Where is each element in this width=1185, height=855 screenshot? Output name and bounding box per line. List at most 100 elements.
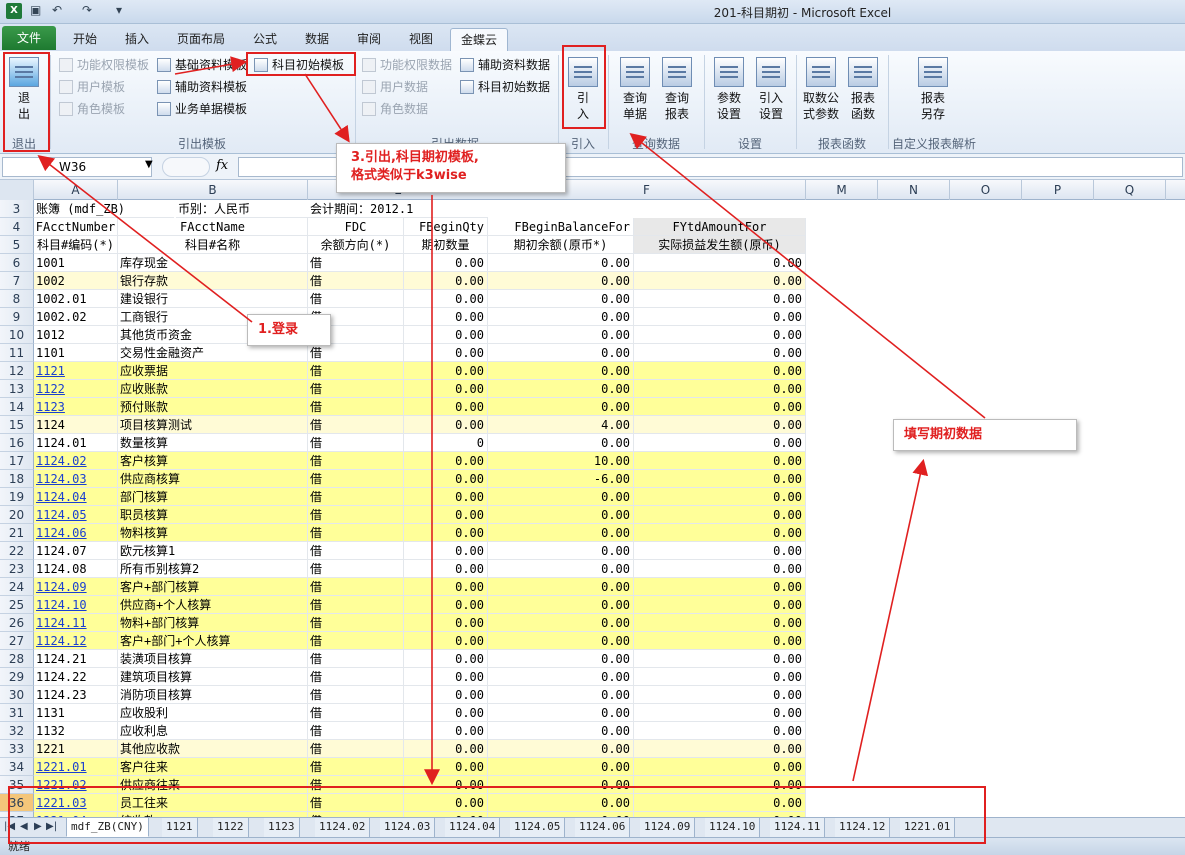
tab-data[interactable]: 数据 [294,28,340,51]
column-title-cell[interactable]: 实际损益发生额(原币) [634,236,806,254]
account-name-cell[interactable]: 库存现金 [118,254,308,272]
direction-cell[interactable]: 借 [308,380,404,398]
ytd-amount-cell[interactable]: 0.00 [634,560,806,578]
tab-page-layout[interactable]: 页面布局 [166,28,236,51]
row-header[interactable]: 31 [0,704,34,722]
column-title-cell[interactable]: 科目#编码(*) [34,236,118,254]
account-code-cell[interactable]: 1122 [34,380,118,398]
account-name-cell[interactable]: 客户往来 [118,758,308,776]
direction-cell[interactable]: 借 [308,740,404,758]
row-header[interactable]: 14 [0,398,34,416]
column-header-p[interactable]: P [1022,180,1094,200]
begin-qty-cell[interactable]: 0.00 [404,542,488,560]
account-name-cell[interactable]: 其他应收款 [118,740,308,758]
begin-balance-cell[interactable]: 0.00 [488,668,634,686]
direction-cell[interactable]: 借 [308,542,404,560]
direction-cell[interactable]: 借 [308,398,404,416]
account-code-cell[interactable]: 1121 [34,362,118,380]
account-code-cell[interactable]: 1132 [34,722,118,740]
ledger-label[interactable]: 账簿 (mdf_ZB) [34,200,174,218]
ytd-amount-cell[interactable]: 0.00 [634,686,806,704]
account-code-cell[interactable]: 1124.03 [34,470,118,488]
direction-cell[interactable]: 借 [308,632,404,650]
account-name-cell[interactable]: 建筑项目核算 [118,668,308,686]
name-box-dropdown-icon[interactable]: ▼ [145,159,153,170]
tab-home[interactable]: 开始 [62,28,108,51]
direction-cell[interactable]: 借 [308,596,404,614]
account-code-cell[interactable]: 1124.11 [34,614,118,632]
aux-data-template-button[interactable]: 辅助资料模板 [155,77,247,97]
begin-balance-cell[interactable]: 0.00 [488,524,634,542]
account-name-cell[interactable]: 物料核算 [118,524,308,542]
account-name-cell[interactable]: 客户+部门核算 [118,578,308,596]
account-name-cell[interactable]: 部门核算 [118,488,308,506]
row-header[interactable]: 21 [0,524,34,542]
tab-insert[interactable]: 插入 [114,28,160,51]
ytd-amount-cell[interactable]: 0.00 [634,398,806,416]
period-label[interactable]: 会计期间：2012.1 [308,200,488,218]
row-header[interactable]: 20 [0,506,34,524]
row-header[interactable]: 6 [0,254,34,272]
account-name-cell[interactable]: 预付账款 [118,398,308,416]
account-code-cell[interactable]: 1124.09 [34,578,118,596]
row-header[interactable]: 8 [0,290,34,308]
direction-cell[interactable]: 借 [308,452,404,470]
ytd-amount-cell[interactable]: 0.00 [634,704,806,722]
begin-balance-cell[interactable]: 0.00 [488,290,634,308]
direction-cell[interactable]: 借 [308,290,404,308]
row-header[interactable]: 33 [0,740,34,758]
row-header[interactable]: 17 [0,452,34,470]
begin-balance-cell[interactable]: 0.00 [488,506,634,524]
row-header[interactable]: 32 [0,722,34,740]
ytd-amount-cell[interactable]: 0.00 [634,362,806,380]
begin-qty-cell[interactable]: 0.00 [404,362,488,380]
account-code-cell[interactable]: 1124.22 [34,668,118,686]
account-code-cell[interactable]: 1124.21 [34,650,118,668]
field-name-cell[interactable]: FAcctNumber [34,218,118,236]
account-name-cell[interactable]: 消防项目核算 [118,686,308,704]
account-name-cell[interactable]: 欧元核算1 [118,542,308,560]
ytd-amount-cell[interactable]: 0.00 [634,506,806,524]
ytd-amount-cell[interactable]: 0.00 [634,668,806,686]
account-code-cell[interactable]: 1124.02 [34,452,118,470]
account-code-cell[interactable]: 1124.06 [34,524,118,542]
account-code-cell[interactable]: 1131 [34,704,118,722]
direction-cell[interactable]: 借 [308,488,404,506]
begin-balance-cell[interactable]: 0.00 [488,614,634,632]
column-title-cell[interactable]: 期初余额(原币*) [488,236,634,254]
direction-cell[interactable]: 借 [308,524,404,542]
account-code-cell[interactable]: 1002 [34,272,118,290]
ytd-amount-cell[interactable]: 0.00 [634,758,806,776]
query-report-button[interactable]: 查询 报表 [654,53,700,122]
account-name-cell[interactable]: 交易性金融资产 [118,344,308,362]
direction-cell[interactable]: 借 [308,362,404,380]
begin-balance-cell[interactable]: 0.00 [488,758,634,776]
aux-data-export-button[interactable]: 辅助资料数据 [458,55,550,75]
tab-kingdee-cloud[interactable]: 金蝶云 [450,28,508,51]
tab-view[interactable]: 视图 [398,28,444,51]
user-template-button[interactable]: 用户模板 [57,77,125,97]
begin-qty-cell[interactable]: 0.00 [404,632,488,650]
row-header[interactable]: 15 [0,416,34,434]
ytd-amount-cell[interactable]: 0.00 [634,524,806,542]
row-header[interactable]: 34 [0,758,34,776]
direction-cell[interactable]: 借 [308,758,404,776]
field-name-cell[interactable]: FAcctName [118,218,308,236]
row-header[interactable]: 27 [0,632,34,650]
row-header[interactable]: 22 [0,542,34,560]
direction-cell[interactable]: 借 [308,254,404,272]
account-name-cell[interactable]: 装潢项目核算 [118,650,308,668]
import-settings-button[interactable]: 引入 设置 [748,53,794,122]
direction-cell[interactable]: 借 [308,668,404,686]
begin-balance-cell[interactable]: 0.00 [488,434,634,452]
ytd-amount-cell[interactable]: 0.00 [634,308,806,326]
begin-balance-cell[interactable]: 10.00 [488,452,634,470]
account-code-cell[interactable]: 1002.01 [34,290,118,308]
begin-balance-cell[interactable]: 0.00 [488,542,634,560]
row-header[interactable]: 25 [0,596,34,614]
tab-review[interactable]: 审阅 [346,28,392,51]
begin-qty-cell[interactable]: 0.00 [404,488,488,506]
account-code-cell[interactable]: 1124.10 [34,596,118,614]
ytd-amount-cell[interactable]: 0.00 [634,614,806,632]
row-header[interactable]: 24 [0,578,34,596]
